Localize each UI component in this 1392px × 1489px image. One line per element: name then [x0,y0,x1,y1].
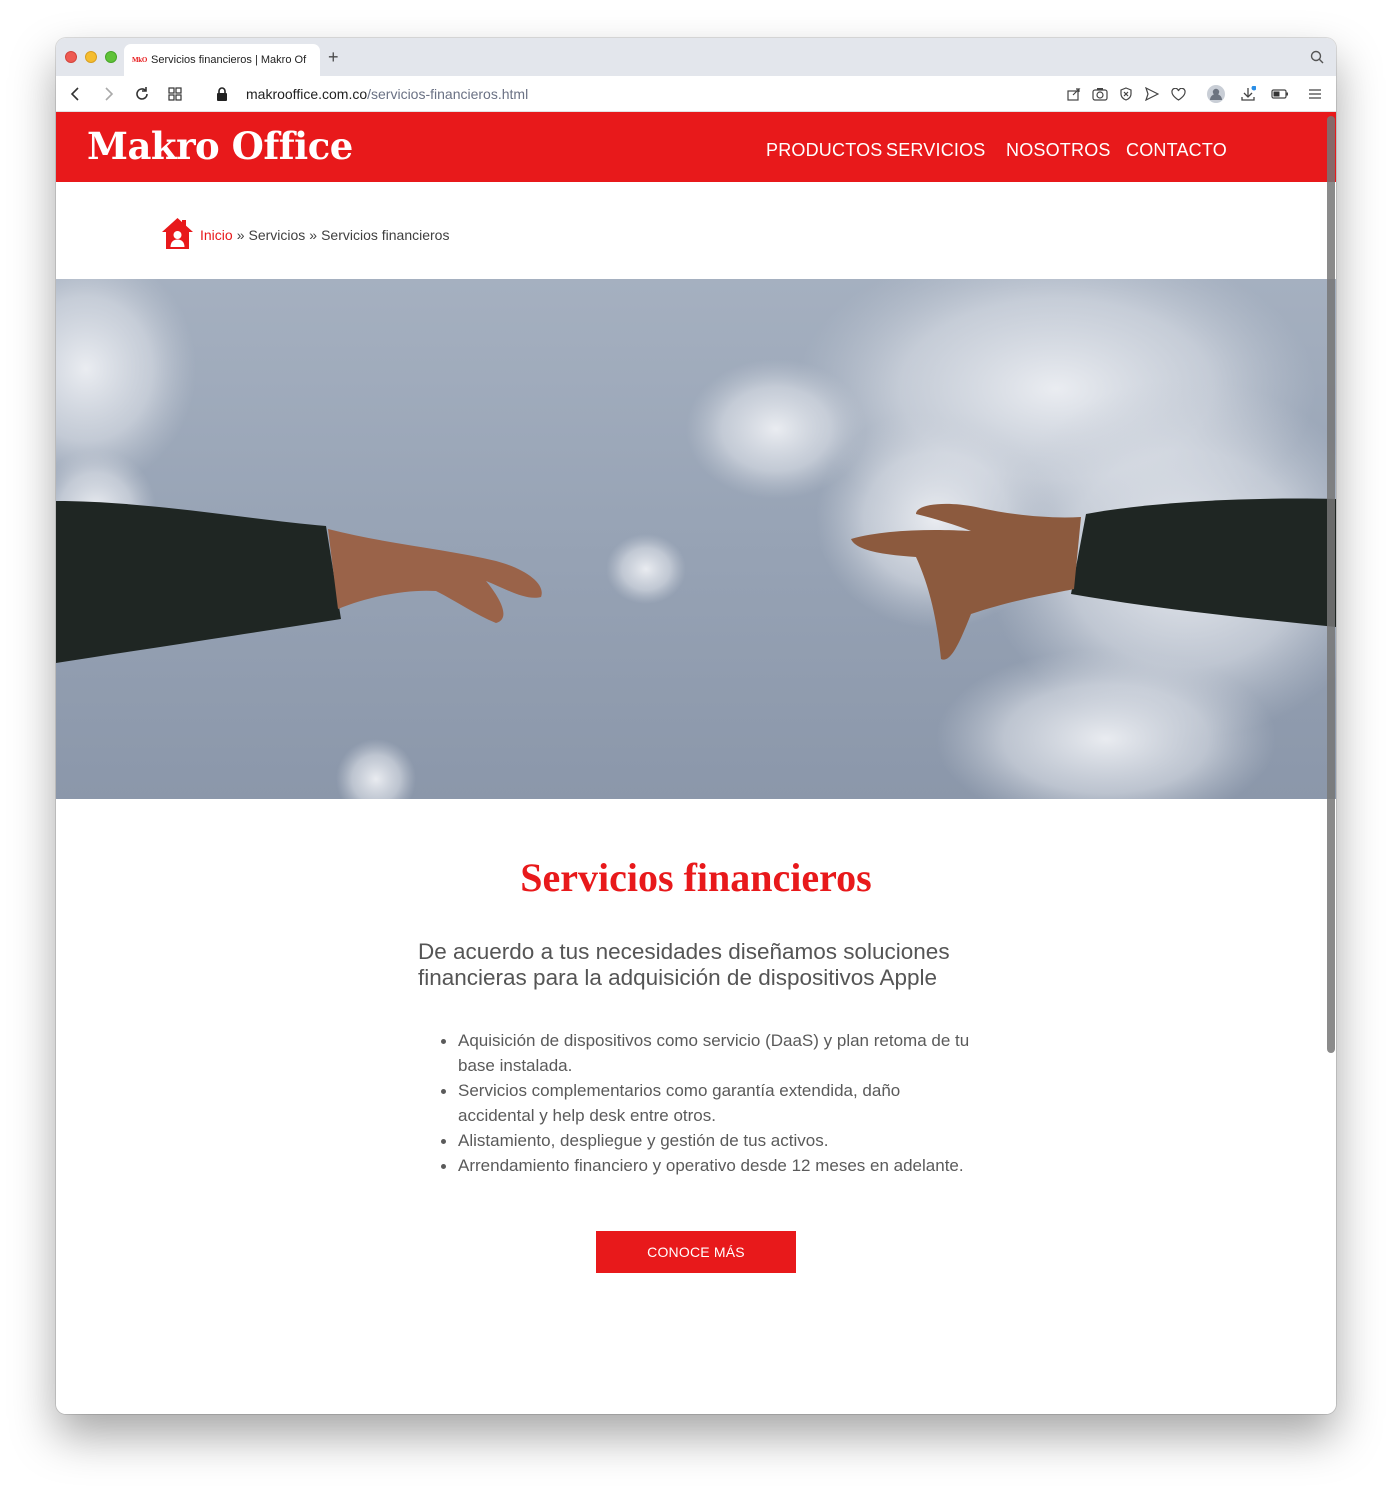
shield-block-icon[interactable] [1117,85,1135,103]
nav-nosotros[interactable]: NOSOTROS [1006,140,1111,161]
address-bar[interactable]: makrooffice.com.co/servicios-financieros… [246,86,528,102]
zoom-window-button[interactable] [105,51,117,63]
breadcrumb: Inicio » Servicios » Servicios financier… [161,217,449,253]
list-item: Servicios complementarios como garantía … [418,1078,978,1128]
breadcrumb-separator: » [236,227,245,243]
home-icon[interactable] [161,217,194,253]
favicon-icon: MkO [132,56,148,64]
reload-icon[interactable] [133,85,151,103]
site-logo[interactable]: Makro Office [87,124,353,168]
browser-tab[interactable]: MkO Servicios financieros | Makro Of [124,44,320,76]
url-path: /servicios-financieros.html [367,86,529,102]
close-window-button[interactable] [65,51,77,63]
services-list: Aquisición de dispositivos como servicio… [418,1028,978,1178]
breadcrumb-current: Servicios financieros [321,227,450,243]
heart-icon[interactable] [1169,85,1187,103]
list-item: Aquisición de dispositivos como servicio… [418,1028,978,1078]
send-icon[interactable] [1143,85,1161,103]
tab-title: Servicios financieros | Makro Of [151,54,307,66]
url-domain: makrooffice.com.co [246,86,368,102]
search-tabs-icon[interactable] [1310,50,1324,69]
forward-icon[interactable] [100,85,118,103]
download-icon[interactable] [1239,85,1257,103]
hero-image [56,279,1336,799]
list-item: Arrendamiento financiero y operativo des… [418,1153,978,1178]
list-item: Alistamiento, despliegue y gestión de tu… [418,1128,978,1153]
nav-productos[interactable]: PRODUCTOS [766,140,882,161]
profile-avatar-icon[interactable] [1207,85,1225,103]
page-viewport: Makro Office PRODUCTOS SERVICIOS NOSOTRO… [56,112,1336,1414]
menu-icon[interactable] [1306,85,1324,103]
page-title: Servicios financieros [520,855,872,900]
nav-contacto[interactable]: CONTACTO [1126,140,1227,161]
share-icon[interactable] [1065,85,1083,103]
browser-window: MkO Servicios financieros | Makro Of + m… [56,38,1336,1414]
intro-text: De acuerdo a tus necesidades diseñamos s… [418,939,950,990]
camera-icon[interactable] [1091,85,1109,103]
tab-grid-icon[interactable] [166,85,184,103]
page-scrollbar[interactable] [1327,116,1335,1053]
tab-strip: MkO Servicios financieros | Makro Of + [56,38,1336,76]
lock-icon [213,85,231,103]
new-tab-button[interactable]: + [328,47,339,67]
battery-icon[interactable] [1271,85,1289,103]
breadcrumb-services[interactable]: Servicios [248,227,305,243]
learn-more-button[interactable]: CONOCE MÁS [596,1231,796,1273]
back-icon[interactable] [66,85,84,103]
site-header: Makro Office PRODUCTOS SERVICIOS NOSOTRO… [56,112,1336,182]
nav-servicios[interactable]: SERVICIOS [886,140,986,161]
address-toolbar: makrooffice.com.co/servicios-financieros… [56,76,1336,112]
breadcrumb-home-link[interactable]: Inicio [200,227,233,243]
breadcrumb-separator: » [309,227,318,243]
minimize-window-button[interactable] [85,51,97,63]
